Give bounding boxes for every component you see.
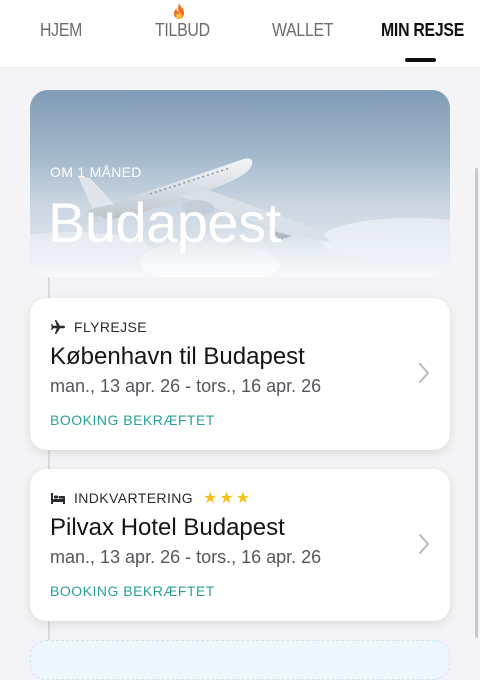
- fire-icon: [174, 3, 184, 19]
- flight-route: København til Budapest: [50, 343, 305, 370]
- flight-card[interactable]: FLYREJSE København til Budapest man., 13…: [30, 298, 450, 450]
- tab-hjem[interactable]: HJEM: [40, 20, 82, 44]
- booking-status: BOOKING BEKRÆFTET: [50, 583, 215, 599]
- chevron-right-icon[interactable]: [418, 362, 430, 384]
- card-category: INDKVARTERING: [74, 490, 194, 506]
- tab-wallet[interactable]: WALLET: [272, 20, 333, 44]
- flight-dates: man., 13 apr. 26 - tors., 16 apr. 26: [50, 376, 322, 396]
- chevron-right-icon[interactable]: [418, 533, 430, 555]
- stay-dates: man., 13 apr. 26 - tors., 16 apr. 26: [50, 547, 322, 567]
- hero-countdown: OM 1 MÅNED: [50, 164, 142, 180]
- destination-hero-card[interactable]: OM 1 MÅNED Budapest: [30, 90, 450, 277]
- accommodation-card[interactable]: INDKVARTERING ★★★ Pilvax Hotel Budapest …: [30, 469, 450, 621]
- scrollbar[interactable]: [475, 168, 478, 638]
- card-label-row: FLYREJSE: [50, 318, 147, 336]
- hotel-name: Pilvax Hotel Budapest: [50, 514, 285, 541]
- card-category: FLYREJSE: [74, 319, 147, 335]
- tab-min-rejse[interactable]: MIN REJSE: [381, 20, 464, 44]
- next-card-partial[interactable]: [30, 640, 450, 680]
- top-navigation: HJEM TILBUD WALLET MIN REJSE: [0, 0, 480, 68]
- booking-status: BOOKING BEKRÆFTET: [50, 412, 215, 428]
- tab-tilbud[interactable]: TILBUD: [155, 20, 210, 44]
- bed-icon: [51, 493, 65, 504]
- card-label-row: INDKVARTERING ★★★: [50, 489, 252, 507]
- destination-title: Budapest: [48, 191, 281, 254]
- star-rating: ★★★: [203, 490, 253, 507]
- airplane-icon: [51, 320, 65, 334]
- active-tab-indicator: [405, 58, 436, 62]
